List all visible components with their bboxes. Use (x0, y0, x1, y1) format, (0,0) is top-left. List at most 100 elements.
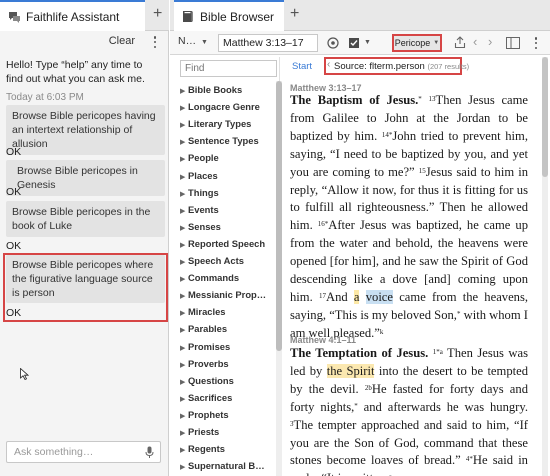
facet-label: Questions (188, 374, 234, 386)
panel-layout-icon[interactable] (506, 37, 520, 49)
tab-bible-browser[interactable]: Bible Browser (174, 0, 284, 31)
facet-item[interactable]: ▶ Reported Speech (180, 238, 278, 249)
clear-button[interactable]: Clear (109, 35, 135, 47)
facet-item[interactable]: ▶ Priests (180, 426, 278, 437)
pericope-label: Pericope (394, 38, 431, 48)
browser-toolbar: N… ▼ Matthew 3:13–17 ▼ Pericope ▼ ‹ › (170, 31, 550, 55)
chevron-down-icon: ▼ (433, 40, 440, 46)
facet-item[interactable]: ▶ Commands (180, 272, 278, 283)
filter-icon[interactable] (327, 37, 339, 49)
facet-item[interactable]: ▶ Questions (180, 375, 278, 386)
chevron-right-icon: ▶ (180, 447, 186, 455)
facet-item[interactable]: ▶ People (180, 152, 278, 163)
passage-content: Start ‹ Source: flterm.person (207 resul… (290, 57, 548, 476)
chevron-right-icon: ▶ (180, 310, 186, 318)
assistant-reply: OK (6, 240, 22, 252)
reference-input[interactable]: Matthew 3:13–17 (218, 34, 318, 52)
checkbox-icon[interactable] (348, 37, 360, 49)
facet-item[interactable]: ▶ Events (180, 204, 278, 215)
facet-search-input[interactable] (180, 60, 277, 77)
tab-faithlife-assistant[interactable]: Faithlife Assistant (0, 0, 145, 31)
assistant-tabbar: Faithlife Assistant + (0, 0, 169, 31)
assistant-reply: OK (6, 146, 22, 158)
facet-label: Places (188, 169, 218, 181)
facet-item[interactable]: ▶ Miracles (180, 306, 278, 317)
tab-label: Faithlife Assistant (26, 9, 120, 24)
assistant-reply: OK (6, 186, 22, 198)
ask-input[interactable] (14, 446, 129, 458)
chevron-right-icon: ▶ (180, 173, 186, 181)
facet-item[interactable]: ▶ Sentence Types (180, 135, 278, 146)
facet-scrollbar[interactable] (276, 81, 282, 476)
chevron-down-icon[interactable]: ▼ (364, 39, 371, 46)
add-tab-icon[interactable]: + (290, 6, 299, 22)
facet-item[interactable]: ▶ Longacre Genre (180, 101, 278, 112)
chevron-down-icon: ▼ (201, 39, 208, 46)
chevron-right-icon: ▶ (180, 190, 186, 198)
chevron-right-icon: ▶ (180, 293, 186, 301)
chevron-right-icon: ▶ (180, 207, 186, 215)
back-arrow-icon[interactable]: ‹ (473, 34, 477, 49)
chevron-right-icon: ▶ (180, 224, 186, 232)
user-message: Browse Bible pericopes in Genesis (6, 160, 165, 196)
facet-scroll-thumb[interactable] (276, 81, 282, 351)
facet-label: Proverbs (188, 357, 229, 369)
chat-icon (9, 11, 20, 23)
breadcrumb-start-link[interactable]: Start (292, 61, 312, 72)
ask-input-box[interactable] (6, 441, 161, 463)
user-message: Browse Bible pericopes having an interte… (6, 105, 165, 155)
facet-label: Commands (188, 272, 240, 284)
share-icon[interactable] (454, 36, 466, 49)
facet-item[interactable]: ▶ Places (180, 170, 278, 181)
facet-item[interactable]: ▶ Promises (180, 341, 278, 352)
passage-reference[interactable]: Matthew 4:1–11 (290, 335, 356, 345)
facet-label: Priests (188, 426, 220, 437)
breadcrumb: Start (292, 61, 312, 72)
facet-item[interactable]: ▶ Messianic Prop… (180, 289, 278, 300)
facet-item[interactable]: ▶ Prophets (180, 409, 278, 420)
facet-label: Speech Acts (188, 255, 244, 266)
microphone-icon[interactable] (145, 446, 154, 459)
chevron-right-icon: ▶ (180, 378, 186, 386)
facet-label: Reported Speech (188, 237, 266, 249)
facet-label: Parables (188, 323, 228, 335)
pericope-title: The Baptism of Jesus. (290, 93, 419, 107)
content-scroll-thumb[interactable] (542, 57, 548, 177)
navigation-dropdown[interactable]: N… ▼ (178, 35, 208, 47)
facet-label: People (188, 152, 219, 164)
more-options-icon[interactable] (531, 36, 541, 50)
chevron-right-icon: ▶ (180, 395, 186, 403)
passage-text: The Temptation of Jesus. 1*a Then Jesus … (290, 346, 529, 476)
pericope-button[interactable]: Pericope ▼ (392, 34, 442, 52)
facet-item[interactable]: ▶ Speech Acts (180, 255, 278, 266)
content-scrollbar[interactable] (542, 57, 548, 476)
bible-browser-panel: Bible Browser + N… ▼ Matthew 3:13–17 ▼ P… (170, 0, 550, 476)
facet-item[interactable]: ▶ Senses (180, 221, 278, 232)
chevron-right-icon: ▶ (180, 139, 186, 147)
chat-timestamp: Today at 6:03 PM (6, 92, 84, 103)
add-tab-icon[interactable]: + (153, 6, 162, 22)
mouse-cursor-icon (20, 368, 29, 380)
facet-item[interactable]: ▶ Proverbs (180, 358, 278, 369)
assistant-header: Clear (0, 31, 169, 53)
browser-tabbar: Bible Browser + (170, 0, 550, 31)
facet-item[interactable]: ▶ Things (180, 187, 278, 198)
chevron-right-icon: ▶ (180, 361, 186, 369)
forward-arrow-icon[interactable]: › (488, 34, 492, 49)
facet-item[interactable]: ▶ Bible Books (180, 84, 278, 95)
more-options-icon[interactable] (150, 35, 160, 49)
chevron-right-icon: ▶ (180, 156, 186, 164)
facet-label: Events (188, 203, 219, 215)
chevron-right-icon: ▶ (180, 259, 186, 266)
facet-sidebar: ▶Bible Books ▶Longacre Genre ▶Literary Typ… (176, 57, 282, 476)
facet-label: Messianic Prop… (188, 289, 267, 301)
filter-source-label[interactable]: Source: flterm.person (207 results) (334, 61, 469, 72)
facet-item[interactable]: ▶ Literary Types (180, 118, 278, 129)
chevron-right-icon: ▶ (180, 344, 186, 352)
facet-item[interactable]: ▶ Supernatural B… (180, 460, 278, 471)
facet-item[interactable]: ▶ Regents (180, 443, 278, 454)
facet-item[interactable]: ▶ Sacrifices (180, 392, 278, 403)
facet-label: Supernatural B… (188, 460, 265, 472)
source-label: Source: flterm.person (334, 61, 425, 72)
facet-item[interactable]: ▶ Parables (180, 323, 278, 334)
